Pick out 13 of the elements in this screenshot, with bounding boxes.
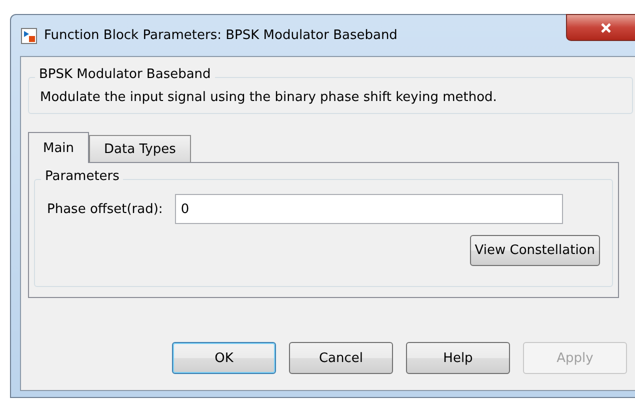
block-icon <box>21 28 37 44</box>
dialog-button[interactable]: Help <box>406 342 510 374</box>
close-button[interactable] <box>566 14 635 41</box>
view-constellation-button[interactable]: View Constellation <box>470 235 600 266</box>
description-text: Modulate the input signal using the binary phase shift keying method. <box>40 90 498 105</box>
tab[interactable]: Data Types <box>89 135 191 162</box>
close-icon <box>600 22 612 32</box>
window-title: Function Block Parameters: BPSK Modulator Baseband <box>44 28 398 43</box>
dialog-button[interactable]: Cancel <box>289 342 393 374</box>
field-label: Phase offset(rad): <box>47 202 163 216</box>
tab[interactable]: Main <box>28 132 90 163</box>
input-field[interactable]: 0 <box>174 194 563 224</box>
dialog-button[interactable]: OK <box>172 342 276 374</box>
